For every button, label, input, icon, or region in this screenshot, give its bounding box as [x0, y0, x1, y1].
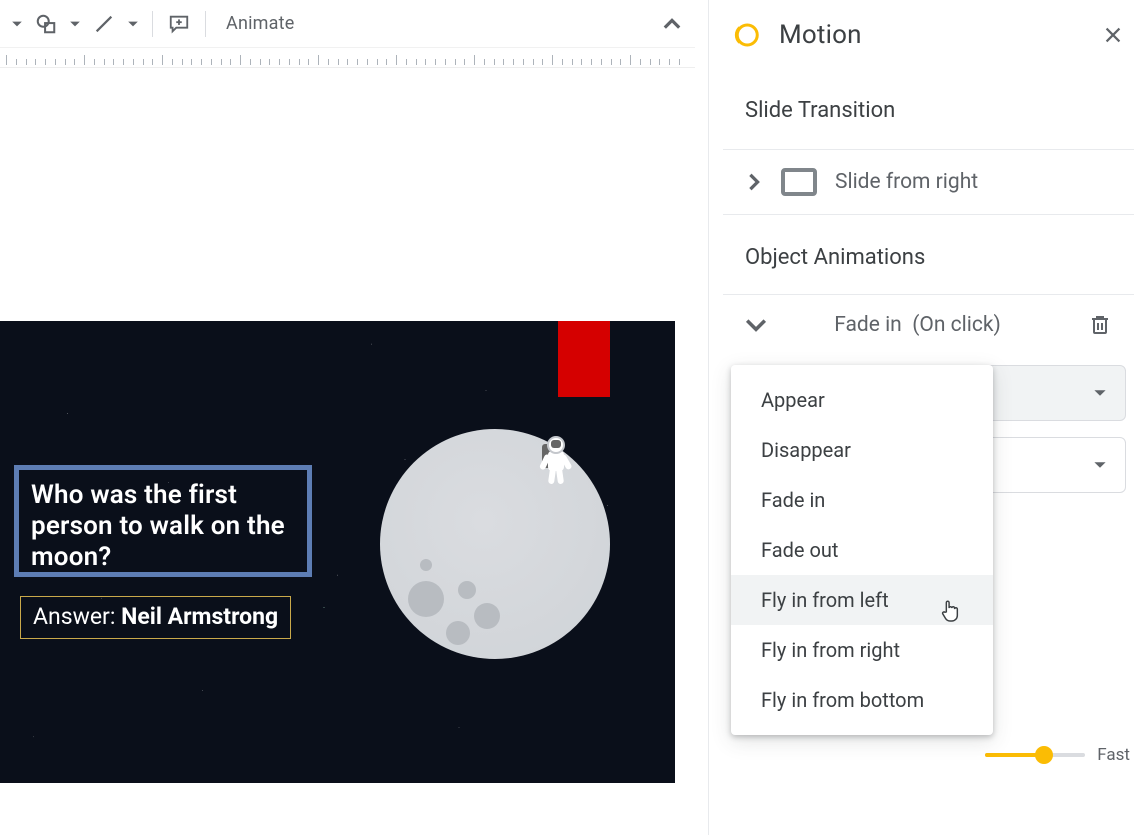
slide-transition-section: Slide Transition — [723, 64, 1134, 149]
question-text-box[interactable]: Who was the first person to walk on the … — [14, 465, 312, 577]
animate-menu-button[interactable]: Animate — [216, 13, 304, 34]
moon-crater — [446, 621, 470, 645]
chevron-right-icon — [745, 173, 763, 191]
line-tool-button[interactable] — [88, 8, 120, 40]
moon-crater — [474, 603, 500, 629]
moon-crater — [420, 559, 432, 571]
pointer-cursor-icon — [939, 597, 961, 623]
animation-type-dropdown-list: AppearDisappearFade inFade out Fly in fro… — [731, 365, 993, 735]
slider-thumb[interactable] — [1035, 746, 1053, 764]
animation-option[interactable]: Fly in from bottom — [731, 675, 993, 725]
chevron-down-icon — [745, 314, 767, 336]
moon-shape[interactable] — [380, 429, 610, 659]
answer-value: Neil Armstrong — [121, 603, 278, 630]
panel-title: Motion — [779, 20, 862, 50]
dropdown-arrow-icon — [1093, 458, 1107, 472]
animation-speed-slider[interactable] — [985, 753, 1085, 757]
animation-summary: Fade in (On click) — [787, 313, 1068, 337]
slide[interactable]: Who was the first person to walk on the … — [0, 321, 675, 783]
dropdown-arrow-icon — [1093, 386, 1107, 400]
transition-name: Slide from right — [835, 170, 978, 194]
slide-canvas-area[interactable]: Who was the first person to walk on the … — [0, 68, 695, 835]
animation-option[interactable]: Fade out — [731, 525, 993, 575]
animation-option[interactable]: Appear — [731, 375, 993, 425]
animation-item-row[interactable]: Fade in (On click) — [723, 294, 1134, 355]
astronaut-image[interactable] — [538, 436, 574, 484]
shape-tool-button[interactable] — [30, 8, 62, 40]
panel-header: Motion — [709, 0, 1148, 64]
line-tool-dropdown-arrow[interactable] — [124, 18, 142, 30]
animation-type-dropdown-area: AppearDisappearFade inFade outFly in fro… — [731, 365, 1126, 493]
animation-option[interactable]: Fade in — [731, 475, 993, 525]
slider-fast-label: Fast — [1097, 745, 1130, 765]
collapse-toolbar-button[interactable] — [656, 8, 688, 40]
question-text: Who was the first person to walk on the … — [31, 480, 285, 572]
slide-transition-heading: Slide Transition — [745, 98, 1112, 123]
motion-icon — [731, 20, 761, 50]
animation-summary-name: Fade in — [834, 313, 902, 337]
transition-row[interactable]: Slide from right — [723, 149, 1134, 214]
animation-option[interactable]: Disappear — [731, 425, 993, 475]
toolbar-separator — [152, 11, 153, 37]
object-animations-heading: Object Animations — [745, 245, 1112, 270]
motion-panel: Motion Slide Transition Slide from right… — [708, 0, 1148, 835]
toolbar: Animate — [0, 0, 695, 48]
close-panel-button[interactable] — [1100, 22, 1126, 48]
answer-label: Answer: — [33, 603, 121, 630]
red-rectangle-shape[interactable] — [558, 321, 610, 397]
slide-icon — [781, 168, 817, 196]
toolbar-separator — [205, 11, 206, 37]
animation-summary-trigger: (On click) — [912, 313, 1001, 337]
object-animations-section: Object Animations — [723, 214, 1134, 294]
comment-button[interactable] — [163, 8, 195, 40]
animation-speed-slider-row: Fast — [985, 745, 1130, 765]
shape-tool-dropdown-arrow[interactable] — [66, 18, 84, 30]
horizontal-ruler: // ruler ticks are purely decorative — [0, 48, 695, 68]
moon-crater — [458, 581, 476, 599]
toolbar-dropdown-1-arrow[interactable] — [8, 18, 26, 30]
answer-text-box[interactable]: Answer: Neil Armstrong — [20, 596, 291, 639]
animation-option[interactable]: Fly in from right — [731, 625, 993, 675]
moon-crater — [408, 581, 444, 617]
delete-animation-button[interactable] — [1088, 313, 1112, 337]
